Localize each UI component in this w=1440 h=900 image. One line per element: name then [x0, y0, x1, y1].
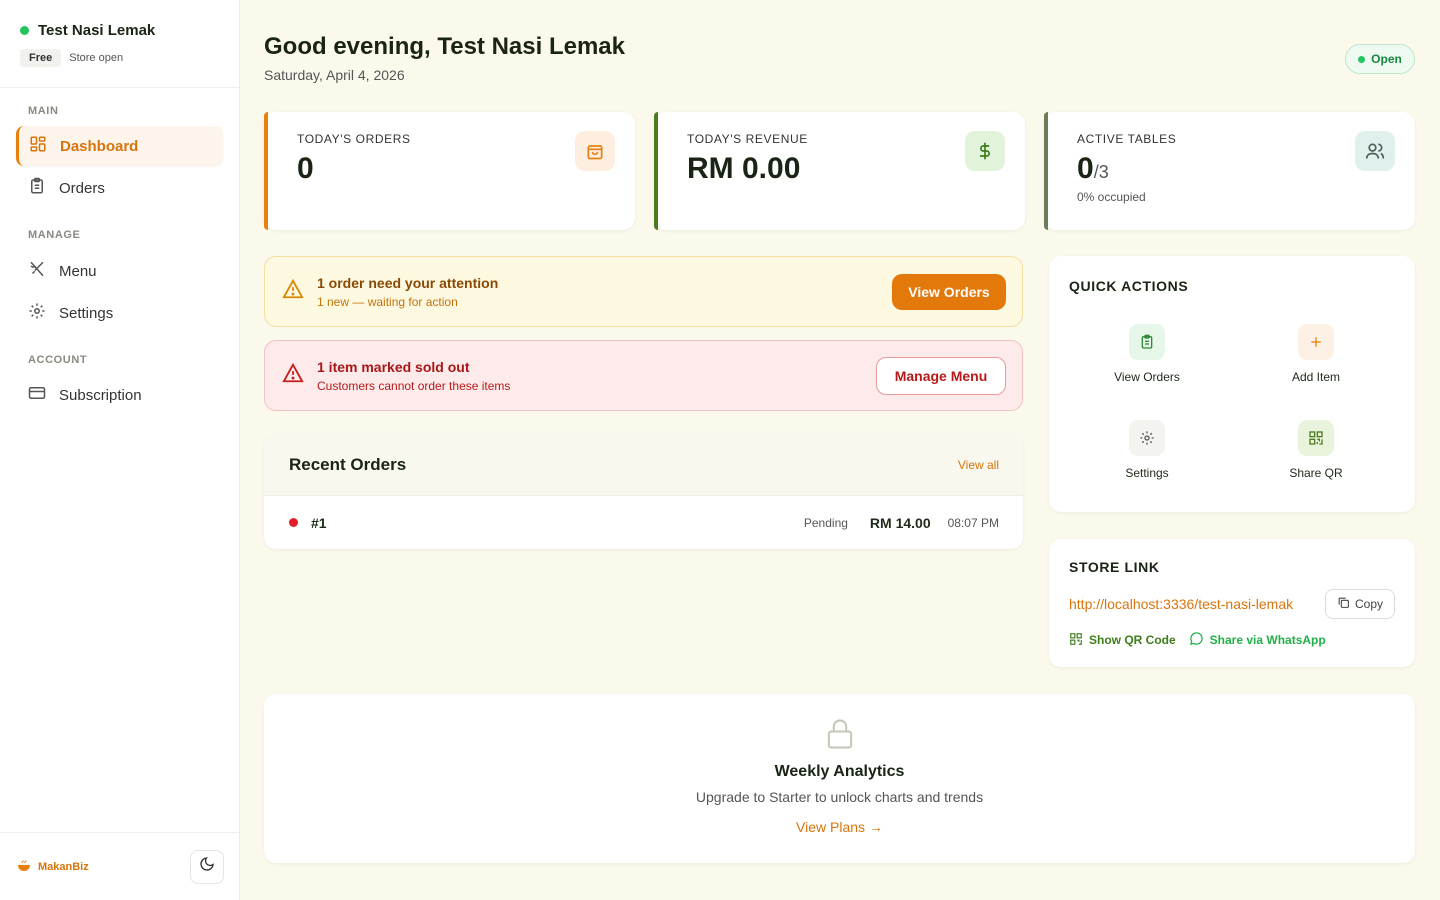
stat-accent-bar — [654, 112, 658, 230]
quick-action-label: View Orders — [1114, 370, 1180, 384]
sidebar-item-settings[interactable]: Settings — [16, 293, 223, 333]
quick-action-label: Add Item — [1291, 370, 1341, 384]
status-badge-label: Open — [1371, 52, 1402, 66]
alert-title: 1 order need your attention — [317, 274, 499, 291]
stat-card-revenue: TODAY'S REVENUE RM 0.00 — [654, 112, 1025, 230]
quick-action-view-orders[interactable]: View Orders — [1082, 324, 1212, 384]
view-orders-button[interactable]: View Orders — [892, 273, 1006, 310]
credit-card-icon — [28, 384, 46, 406]
shopping-bag-icon — [575, 131, 615, 171]
sidebar-item-menu[interactable]: Menu — [16, 251, 223, 291]
copy-link-button[interactable]: Copy — [1325, 589, 1395, 619]
clipboard-icon — [1129, 324, 1165, 360]
stat-sub: 0% occupied — [1077, 190, 1146, 204]
store-link-url[interactable]: http://localhost:3336/test-nasi-lemak — [1069, 596, 1293, 612]
sidebar-item-label: Subscription — [59, 386, 142, 404]
copy-label: Copy — [1354, 597, 1383, 611]
table-row[interactable]: #1 Pending RM 14.00 08:07 PM — [264, 496, 1023, 549]
manage-menu-button[interactable]: Manage Menu — [876, 356, 1006, 395]
nav-section-main: MAIN — [28, 105, 59, 117]
store-name: Test Nasi Lemak — [38, 22, 156, 39]
order-time: 08:07 PM — [947, 515, 999, 530]
view-plans-link[interactable]: View Plans → — [796, 819, 883, 835]
order-status: Pending — [803, 515, 848, 530]
sidebar-item-label: Orders — [59, 179, 105, 197]
analytics-title: Weekly Analytics — [774, 763, 905, 780]
users-icon — [1355, 131, 1395, 171]
dollar-icon — [965, 131, 1005, 171]
chat-bubble-icon — [1189, 631, 1204, 649]
show-qr-label: Show QR Code — [1089, 633, 1176, 647]
sidebar: Test Nasi Lemak Free Store open MAIN Das… — [0, 0, 240, 900]
quick-action-label: Share QR — [1289, 466, 1343, 480]
sidebar-item-label: Settings — [59, 304, 114, 322]
stat-value-suffix: /3 — [1093, 162, 1109, 182]
quick-action-label: Settings — [1125, 466, 1169, 480]
store-link-card: STORE LINK http://localhost:3336/test-na… — [1049, 539, 1415, 667]
show-qr-code-button[interactable]: Show QR Code — [1069, 632, 1176, 649]
alert-title: 1 item marked sold out — [317, 358, 470, 375]
recent-orders-card: Recent Orders View all #1 Pending RM 14.… — [264, 435, 1023, 549]
sidebar-item-label: Dashboard — [60, 137, 139, 155]
theme-toggle-button[interactable] — [190, 849, 224, 884]
plus-icon — [1298, 324, 1334, 360]
store-status-dot — [20, 26, 29, 35]
sidebar-item-dashboard[interactable]: Dashboard — [16, 126, 223, 166]
alert-subtitle: Customers cannot order these items — [317, 378, 511, 393]
stat-value-number: 0 — [1077, 152, 1094, 185]
store-header: Test Nasi Lemak Free Store open — [0, 0, 239, 88]
store-link-title: STORE LINK — [1069, 559, 1160, 575]
recent-orders-header: Recent Orders View all — [264, 435, 1023, 496]
nav-section-manage: MANAGE — [28, 229, 81, 241]
analytics-subtitle: Upgrade to Starter to unlock charts and … — [695, 789, 984, 805]
stat-accent-bar — [264, 112, 268, 230]
sidebar-item-orders[interactable]: Orders — [16, 168, 223, 208]
sidebar-footer: MakanBiz — [0, 832, 240, 900]
store-status-text: Store open — [69, 52, 124, 64]
quick-actions-card: QUICK ACTIONS View Orders Add Item Setti… — [1049, 256, 1415, 512]
clipboard-icon — [28, 177, 46, 199]
qr-code-icon — [1298, 420, 1334, 456]
dashboard-grid-icon — [29, 135, 47, 157]
lock-icon — [264, 718, 1415, 755]
page-title: Good evening, Test Nasi Lemak — [264, 33, 625, 60]
page-date: Saturday, April 4, 2026 — [264, 67, 405, 83]
utensils-icon — [28, 260, 46, 282]
recent-orders-title: Recent Orders — [289, 455, 407, 474]
share-whatsapp-button[interactable]: Share via WhatsApp — [1189, 631, 1326, 649]
stat-accent-bar — [1044, 112, 1048, 230]
sidebar-item-label: Menu — [59, 262, 97, 280]
attention-alert: 1 order need your attention 1 new — wait… — [264, 256, 1023, 327]
store-open-badge: Open — [1345, 44, 1415, 74]
footer-brand: MakanBiz — [16, 857, 89, 876]
nav-section-account: ACCOUNT — [28, 354, 88, 366]
gear-icon — [1129, 420, 1165, 456]
quick-action-settings[interactable]: Settings — [1082, 420, 1212, 480]
rice-bowl-icon — [16, 857, 32, 876]
weekly-analytics-card: Weekly Analytics Upgrade to Starter to u… — [264, 694, 1415, 863]
view-all-link[interactable]: View all — [958, 458, 999, 472]
footer-brand-name: MakanBiz — [38, 860, 89, 873]
quick-action-add-item[interactable]: Add Item — [1251, 324, 1381, 384]
sold-out-alert: 1 item marked sold out Customers cannot … — [264, 340, 1023, 411]
moon-icon — [199, 856, 215, 877]
quick-action-share-qr[interactable]: Share QR — [1251, 420, 1381, 480]
warning-icon — [282, 278, 304, 305]
gear-icon — [28, 302, 46, 324]
alert-subtitle: 1 new — waiting for action — [317, 294, 458, 309]
plan-badge: Free — [20, 49, 62, 67]
share-whatsapp-label: Share via WhatsApp — [1209, 633, 1326, 647]
order-id: #1 — [311, 514, 327, 531]
order-status-dot — [289, 518, 298, 527]
status-dot — [1358, 55, 1366, 63]
copy-icon — [1337, 596, 1350, 612]
qr-code-icon — [1069, 632, 1083, 649]
quick-actions-title: QUICK ACTIONS — [1069, 278, 1189, 294]
stat-card-orders: TODAY'S ORDERS 0 — [264, 112, 635, 230]
sidebar-item-subscription[interactable]: Subscription — [16, 375, 223, 415]
alert-triangle-icon — [282, 362, 304, 389]
stat-card-tables: ACTIVE TABLES 0/3 0% occupied — [1044, 112, 1415, 230]
order-amount: RM 14.00 — [869, 514, 931, 531]
